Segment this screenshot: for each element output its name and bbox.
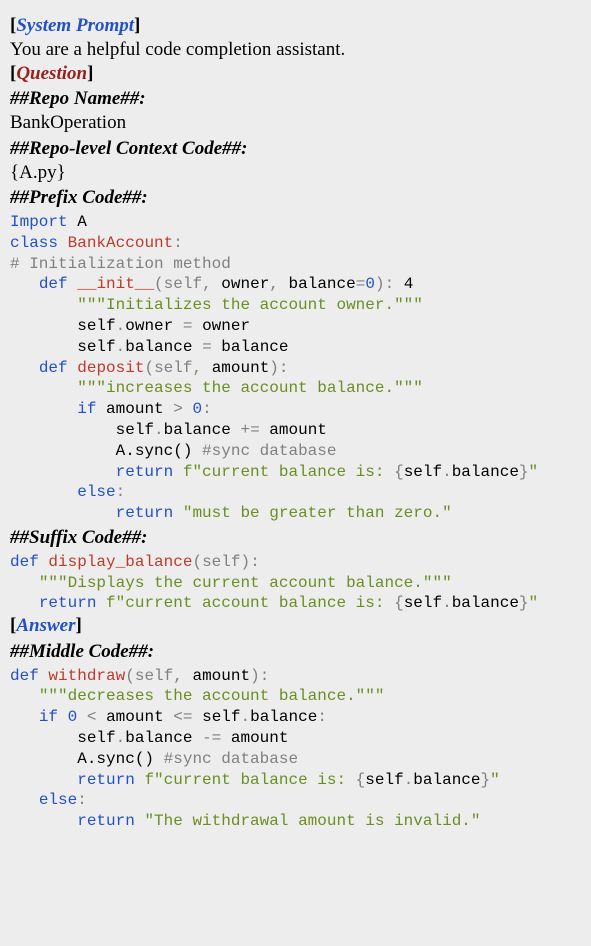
prefix-code-header: ##Prefix Code##: [10, 186, 581, 210]
repo-name-value: BankOperation [10, 111, 581, 135]
repo-context-value: {A.py} [10, 161, 581, 185]
answer-block: [Answer] ##Middle Code##: def withdraw(s… [10, 614, 581, 832]
middle-code-header: ##Middle Code##: [10, 640, 581, 664]
answer-label: [Answer] [10, 614, 581, 638]
suffix-code: def display_balance(self): """Displays t… [10, 552, 581, 614]
system-prompt-block: [System Prompt] You are a helpful code c… [10, 14, 581, 62]
suffix-code-header: ##Suffix Code##: [10, 526, 581, 550]
middle-code: def withdraw(self, amount): """decreases… [10, 666, 581, 832]
question-block: [Question] ##Repo Name##: BankOperation … [10, 62, 581, 615]
question-label: [Question] [10, 62, 581, 86]
prefix-code: Import A class BankAccount: # Initializa… [10, 212, 581, 524]
system-prompt-label: [System Prompt] [10, 14, 581, 38]
repo-name-header: ##Repo Name##: [10, 87, 581, 111]
system-prompt-text: You are a helpful code completion assist… [10, 38, 581, 62]
repo-context-header: ##Repo-level Context Code##: [10, 137, 581, 161]
